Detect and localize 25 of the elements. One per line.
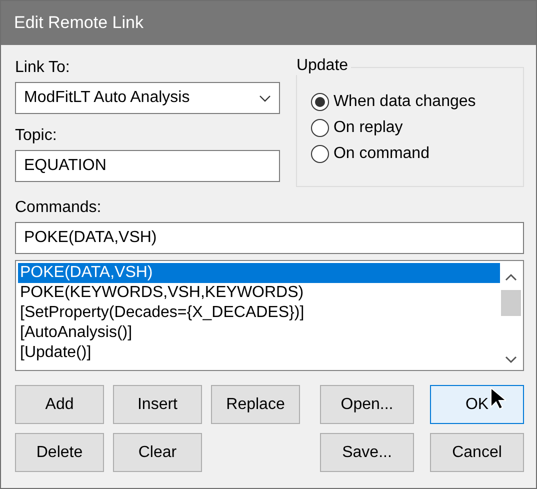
commands-label: Commands: — [15, 199, 102, 217]
dialog-button[interactable]: Insert — [113, 385, 202, 424]
command-item[interactable]: [AutoAnalysis()] — [18, 323, 500, 343]
command-item[interactable]: POKE(KEYWORDS,VSH,KEYWORDS) — [18, 283, 500, 303]
radio-option[interactable]: On command — [311, 145, 523, 163]
radio-option[interactable]: On replay — [311, 119, 523, 137]
dialog-button[interactable]: Open... — [320, 385, 414, 424]
command-item[interactable]: POKE(DATA,VSH) — [18, 263, 500, 283]
link-to-dropdown[interactable]: ModFitLT Auto Analysis — [15, 82, 280, 114]
dialog-button[interactable]: Save... — [320, 433, 414, 472]
window-title: Edit Remote Link — [14, 13, 144, 33]
dialog-button[interactable]: Delete — [15, 433, 104, 472]
topic-field[interactable]: EQUATION — [15, 150, 280, 182]
update-group-title: Update — [296, 57, 352, 75]
dialog-button[interactable]: Add — [15, 385, 104, 424]
topic-label: Topic: — [15, 127, 58, 145]
dialog-button[interactable]: Replace — [211, 385, 300, 424]
radio-option[interactable]: When data changes — [311, 93, 523, 111]
command-item[interactable]: [SetProperty(Decades={X_DECADES})] — [18, 303, 500, 323]
command-item[interactable]: [Update()] — [18, 343, 500, 363]
command-field[interactable]: POKE(DATA,VSH) — [15, 222, 524, 254]
dialog-button[interactable]: OK — [430, 385, 524, 424]
dialog-button[interactable]: Cancel — [430, 433, 524, 472]
dialog-button[interactable]: Clear — [113, 433, 202, 472]
link-to-label: Link To: — [15, 59, 71, 77]
